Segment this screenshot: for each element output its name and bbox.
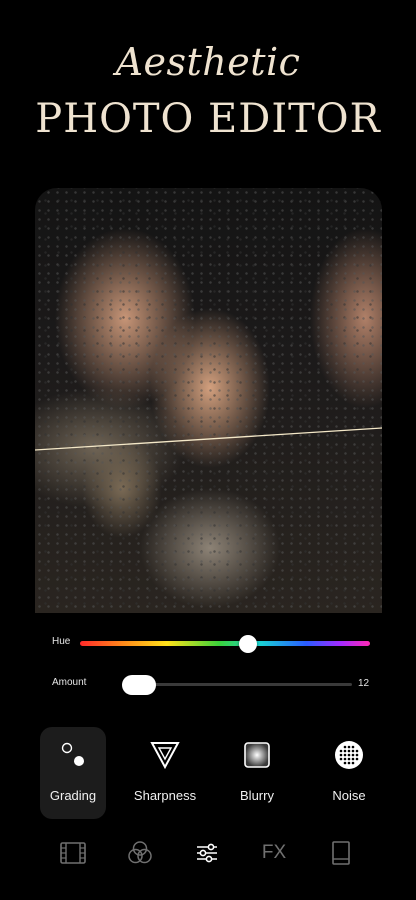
tab-film[interactable] [58,838,88,868]
sharpness-icon [150,742,180,770]
amount-label: Amount [52,677,87,688]
amount-value: 12 [358,678,370,689]
split-line[interactable] [35,188,382,613]
tool-blurry-label: Blurry [240,788,274,803]
tool-grading[interactable]: Grading [40,727,106,819]
tool-sharpness-label: Sharpness [133,788,197,803]
color-circles-icon [128,841,152,864]
bottom-tab-bar: FX [0,838,416,868]
headline-line1: Aesthetic [115,40,301,84]
amount-slider-row: Amount 12 [0,675,416,695]
tool-row: Grading Sharpness Blurry Noise [0,727,416,819]
amount-slider-track[interactable] [122,683,352,686]
film-icon [60,842,86,864]
photo-preview[interactable] [35,188,382,613]
noise-icon [335,741,363,769]
tab-color[interactable] [125,838,155,868]
amount-slider-knob[interactable] [122,675,156,695]
headline-line2: PHOTO EDITOR [35,96,381,142]
hue-slider-row: Hue [0,634,416,654]
frame-icon [332,841,350,865]
grading-icon [61,742,84,766]
tool-noise-label: Noise [332,788,366,803]
tab-frame[interactable] [326,838,356,868]
sliders-icon [197,843,217,863]
tool-noise[interactable]: Noise [316,727,382,819]
hue-slider-track[interactable] [80,641,370,646]
hue-slider-knob[interactable] [239,635,257,653]
hue-label: Hue [52,636,71,647]
tool-blurry[interactable]: Blurry [224,727,290,819]
tab-adjust[interactable] [192,838,222,868]
tool-grading-label: Grading [49,788,97,803]
blurry-icon [244,742,270,768]
tab-fx[interactable]: FX [259,838,289,868]
tool-sharpness[interactable]: Sharpness [132,727,198,819]
